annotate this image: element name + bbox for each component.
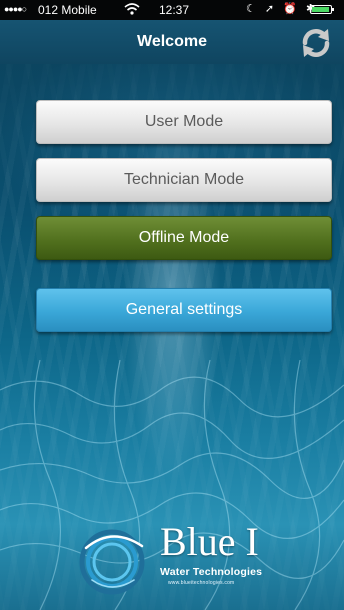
logo-rings-icon xyxy=(79,529,145,595)
page-title: Welcome xyxy=(137,33,207,50)
logo-url: www.blueitechnologies.com xyxy=(168,580,235,586)
wifi-icon xyxy=(124,3,140,15)
app-screen: ●●●●○ 012 Mobile 12:37 ☾ ➚ ⏰ ✱ Welcome U… xyxy=(0,0,344,610)
navigation-bar: Welcome xyxy=(0,20,344,64)
status-icons: ☾ ➚ ⏰ ✱ xyxy=(246,3,319,15)
battery-icon xyxy=(310,5,334,14)
logo-brand-name: Blue I xyxy=(160,519,259,564)
technician-mode-button[interactable]: Technician Mode xyxy=(36,158,332,202)
user-mode-button[interactable]: User Mode xyxy=(36,100,332,144)
refresh-icon xyxy=(302,29,330,57)
logo-tagline: Water Technologies xyxy=(160,566,263,578)
offline-mode-button[interactable]: Offline Mode xyxy=(36,216,332,260)
brand-logo: Blue I Water Technologies www.blueitechn… xyxy=(72,520,292,596)
refresh-button[interactable] xyxy=(298,27,334,59)
clock: 12:37 xyxy=(159,3,190,17)
status-bar: ●●●●○ 012 Mobile 12:37 ☾ ➚ ⏰ ✱ xyxy=(0,0,344,20)
general-settings-button[interactable]: General settings xyxy=(36,288,332,332)
carrier-name: 012 Mobile xyxy=(38,3,97,17)
signal-strength: ●●●●○ xyxy=(4,4,27,14)
